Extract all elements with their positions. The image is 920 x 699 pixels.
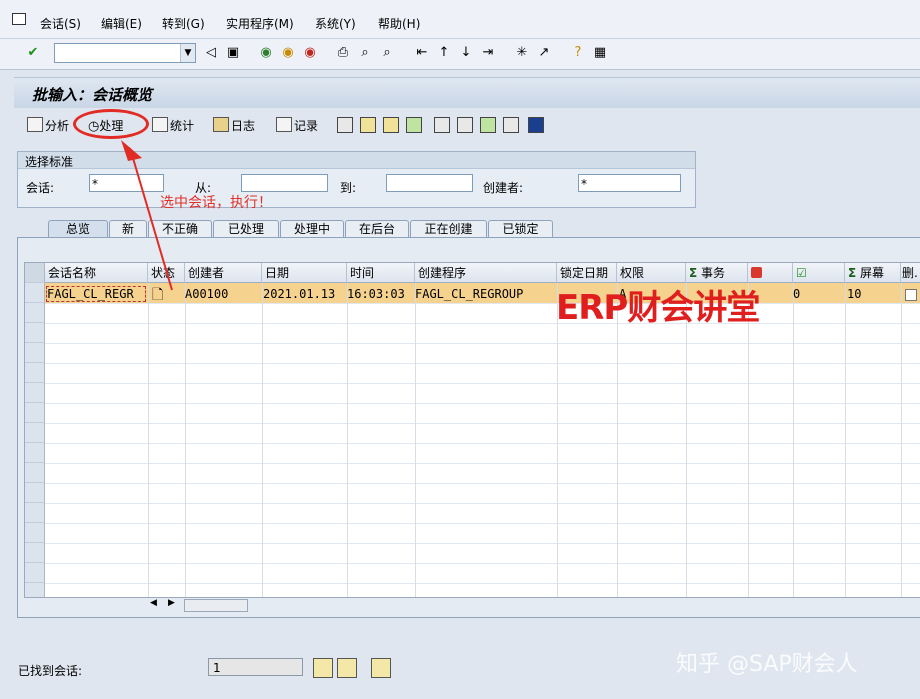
watermark-corner: 知乎 @SAP财会人 bbox=[676, 652, 858, 677]
annotation-arrow bbox=[121, 140, 173, 291]
annotation-hint: 选中会话，执行！ bbox=[160, 195, 272, 211]
watermark-red: ERP财会讲堂 bbox=[556, 288, 760, 328]
